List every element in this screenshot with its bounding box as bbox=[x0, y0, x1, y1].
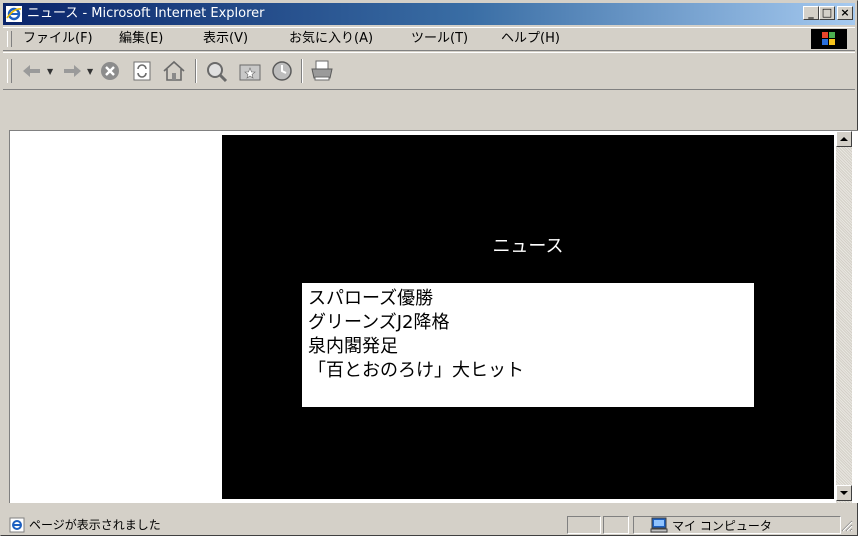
status-progress-cell bbox=[567, 516, 601, 534]
status-bar: ページが表示されました マイ コンピュータ bbox=[3, 514, 855, 536]
minimize-icon: _ bbox=[808, 6, 814, 19]
vertical-scrollbar[interactable] bbox=[836, 131, 852, 503]
menu-edit[interactable]: 編集(E) bbox=[119, 30, 163, 48]
search-button[interactable] bbox=[203, 58, 229, 84]
page-done-icon bbox=[9, 517, 25, 533]
browser-viewport: ニュース スパローズ優勝 グリーンズJ2降格 泉内閣発足 「百とおのろけ」大ヒッ… bbox=[9, 130, 858, 503]
scroll-up-button[interactable] bbox=[836, 131, 852, 147]
maximize-icon: □ bbox=[821, 6, 833, 19]
home-button[interactable] bbox=[161, 58, 187, 84]
favorites-button[interactable] bbox=[237, 58, 263, 84]
window-title: ニュース - Microsoft Internet Explorer bbox=[27, 6, 265, 21]
refresh-icon bbox=[133, 61, 151, 81]
menubar-grip[interactable] bbox=[7, 31, 12, 47]
status-zone-cell: マイ コンピュータ bbox=[633, 516, 841, 534]
news-list: スパローズ優勝 グリーンズJ2降格 泉内閣発足 「百とおのろけ」大ヒット bbox=[308, 287, 524, 383]
news-list-box: スパローズ優勝 グリーンズJ2降格 泉内閣発足 「百とおのろけ」大ヒット bbox=[302, 283, 754, 407]
maximize-button[interactable]: □ bbox=[819, 6, 835, 20]
close-button[interactable]: × bbox=[837, 6, 853, 20]
back-dropdown-icon[interactable]: ▼ bbox=[47, 67, 53, 76]
menu-bar: ファイル(F) 編集(E) 表示(V) お気に入り(A) ツール(T) ヘルプ(… bbox=[3, 27, 855, 51]
back-icon bbox=[23, 65, 40, 77]
status-message: ページが表示されました bbox=[29, 518, 161, 532]
windows-logo-icon bbox=[811, 29, 847, 49]
forward-icon bbox=[64, 65, 81, 77]
toolbar: ▼ ▼ bbox=[3, 52, 855, 90]
scroll-down-icon bbox=[840, 491, 848, 495]
forward-button[interactable] bbox=[59, 58, 85, 84]
forward-dropdown-icon[interactable]: ▼ bbox=[87, 67, 93, 76]
resize-grip-icon[interactable] bbox=[841, 520, 853, 532]
stop-button[interactable] bbox=[97, 58, 123, 84]
my-computer-icon bbox=[650, 517, 668, 533]
favorites-icon bbox=[239, 64, 261, 81]
close-icon: × bbox=[840, 6, 850, 19]
title-bar[interactable]: ニュース - Microsoft Internet Explorer _ □ × bbox=[3, 3, 855, 25]
scroll-down-button[interactable] bbox=[836, 485, 852, 501]
status-security-cell bbox=[603, 516, 629, 534]
toolbar-separator bbox=[301, 59, 303, 83]
toolbar-grip[interactable] bbox=[7, 59, 12, 83]
news-frame: ニュース スパローズ優勝 グリーンズJ2降格 泉内閣発足 「百とおのろけ」大ヒッ… bbox=[222, 135, 834, 499]
history-icon bbox=[272, 61, 292, 81]
security-zone-label: マイ コンピュータ bbox=[672, 519, 772, 533]
menu-file[interactable]: ファイル(F) bbox=[23, 30, 93, 48]
left-frame bbox=[10, 131, 222, 503]
refresh-button[interactable] bbox=[129, 58, 155, 84]
scroll-up-icon bbox=[840, 137, 848, 141]
minimize-button[interactable]: _ bbox=[803, 6, 819, 20]
browser-window: ニュース - Microsoft Internet Explorer _ □ ×… bbox=[0, 0, 858, 536]
menu-view[interactable]: 表示(V) bbox=[203, 30, 248, 48]
ie-logo-icon bbox=[6, 6, 22, 22]
news-item: グリーンズJ2降格 bbox=[308, 312, 450, 333]
menu-help[interactable]: ヘルプ(H) bbox=[501, 30, 560, 48]
news-item: スパローズ優勝 bbox=[308, 288, 434, 309]
menu-favorites[interactable]: お気に入り(A) bbox=[289, 30, 373, 48]
print-icon bbox=[311, 60, 333, 81]
back-button[interactable] bbox=[19, 58, 45, 84]
news-heading: ニュース bbox=[492, 236, 564, 257]
news-item: 泉内閣発足 bbox=[308, 336, 398, 357]
toolbar-separator bbox=[195, 59, 197, 83]
home-icon bbox=[163, 60, 185, 81]
history-button[interactable] bbox=[269, 58, 295, 84]
search-icon bbox=[207, 62, 228, 83]
menu-tools[interactable]: ツール(T) bbox=[411, 30, 468, 48]
print-button[interactable] bbox=[309, 58, 335, 84]
status-message-cell: ページが表示されました bbox=[5, 516, 565, 534]
stop-icon bbox=[101, 62, 119, 80]
news-item: 「百とおのろけ」大ヒット bbox=[308, 360, 524, 381]
